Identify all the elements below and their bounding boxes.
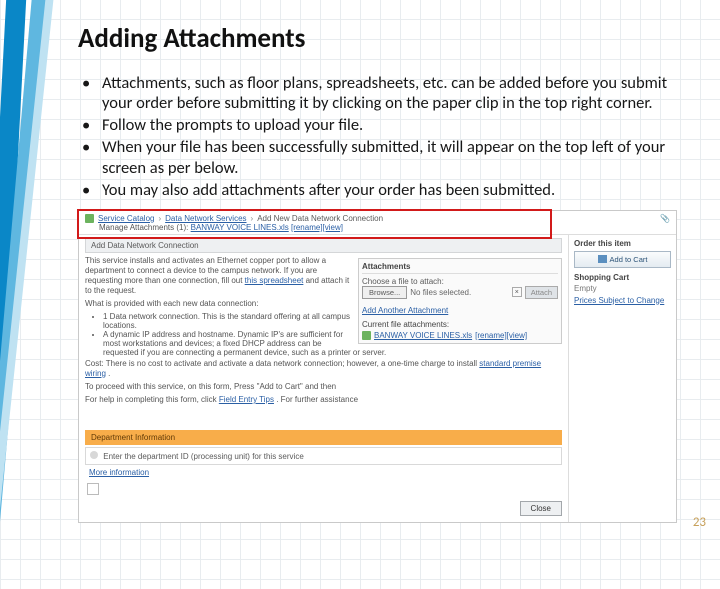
app-window: Service Catalog › Data Network Services … (78, 210, 677, 523)
breadcrumb-link[interactable]: Data Network Services (165, 214, 246, 223)
attachments-panel: Attachments Choose a file to attach: Bro… (358, 258, 562, 344)
screenshot-illustration: Service Catalog › Data Network Services … (78, 210, 677, 523)
desc-text: For help in completing this form, click (85, 395, 219, 404)
slide-content: Adding Attachments Attachments, such as … (78, 22, 690, 523)
file-icon (362, 331, 371, 340)
form-main: Add Data Network Connection Attachments … (79, 235, 568, 522)
cart-icon (598, 255, 607, 263)
info-icon (90, 451, 98, 459)
page-icon (85, 214, 94, 223)
list-item: You may also add attachments after your … (78, 180, 690, 200)
bullet-list: Attachments, such as floor plans, spread… (78, 73, 690, 200)
add-another-attachment-link[interactable]: Add Another Attachment (362, 306, 448, 315)
tool-search-icon[interactable] (87, 483, 99, 495)
add-to-cart-label: Add to Cart (610, 255, 648, 264)
desc-text: . For further assistance (276, 395, 358, 404)
manage-attachments-row: Manage Attachments (1): BANWAY VOICE LIN… (79, 223, 676, 234)
page-number: 23 (693, 515, 706, 530)
breadcrumb: Service Catalog › Data Network Services … (79, 211, 676, 223)
breadcrumb-link[interactable]: Service Catalog (98, 214, 154, 223)
prices-subject-link[interactable]: Prices Subject to Change (574, 296, 671, 305)
breadcrumb-current: Add New Data Network Connection (257, 214, 383, 223)
department-field-label: Enter the department ID (processing unit… (103, 452, 304, 461)
current-attachments-label: Current file attachments: (362, 320, 558, 329)
slide-title: Adding Attachments (78, 22, 690, 55)
field-tips-link[interactable]: Field Entry Tips (219, 395, 274, 404)
attach-button[interactable]: Attach (525, 286, 558, 299)
proceed-text: To proceed with this service, on this fo… (85, 382, 562, 392)
add-to-cart-button[interactable]: Add to Cart (574, 251, 671, 268)
breadcrumb-separator: › (158, 214, 161, 223)
slide-left-accent (0, 0, 60, 580)
list-item: Follow the prompts to upload your file. (78, 115, 690, 135)
department-field-row: Enter the department ID (processing unit… (85, 447, 562, 465)
shopping-cart-title: Shopping Cart (574, 273, 671, 282)
cart-empty-label: Empty (574, 284, 671, 293)
cost-text: Cost: There is no cost to activate and a… (85, 359, 562, 379)
more-information-link[interactable]: More information (89, 468, 149, 477)
desc-text: . (108, 369, 110, 378)
list-item: Attachments, such as floor plans, spread… (78, 73, 690, 113)
toolbar-icons (85, 483, 562, 495)
attachment-ops-link[interactable]: [rename][view] (291, 223, 343, 232)
list-item: When your file has been successfully sub… (78, 137, 690, 177)
breadcrumb-separator: › (251, 214, 254, 223)
close-button[interactable]: Close (520, 501, 562, 516)
spreadsheet-link[interactable]: this spreadsheet (245, 276, 304, 285)
current-file-link[interactable]: BANWAY VOICE LINES.xls (374, 331, 472, 340)
paperclip-icon[interactable]: 📎 (660, 214, 670, 223)
order-sidebar: Order this item Add to Cart Shopping Car… (568, 235, 676, 522)
current-file-ops[interactable]: [rename][view] (475, 331, 527, 340)
order-title: Order this item (574, 239, 671, 248)
attachment-file-link[interactable]: BANWAY VOICE LINES.xls (191, 223, 289, 232)
choose-file-label: Choose a file to attach: (362, 277, 558, 286)
no-file-selected: No files selected. (410, 288, 471, 297)
help-text: For help in completing this form, click … (85, 395, 562, 405)
manage-label: Manage Attachments (1): (99, 223, 188, 232)
department-info-header: Department Information (85, 430, 562, 445)
attachments-heading: Attachments (362, 262, 558, 274)
section-title: Add Data Network Connection (85, 238, 562, 253)
remove-file-icon[interactable]: × (512, 287, 522, 297)
browse-button[interactable]: Browse... (362, 286, 407, 299)
desc-text: Cost: There is no cost to activate and a… (85, 359, 479, 368)
